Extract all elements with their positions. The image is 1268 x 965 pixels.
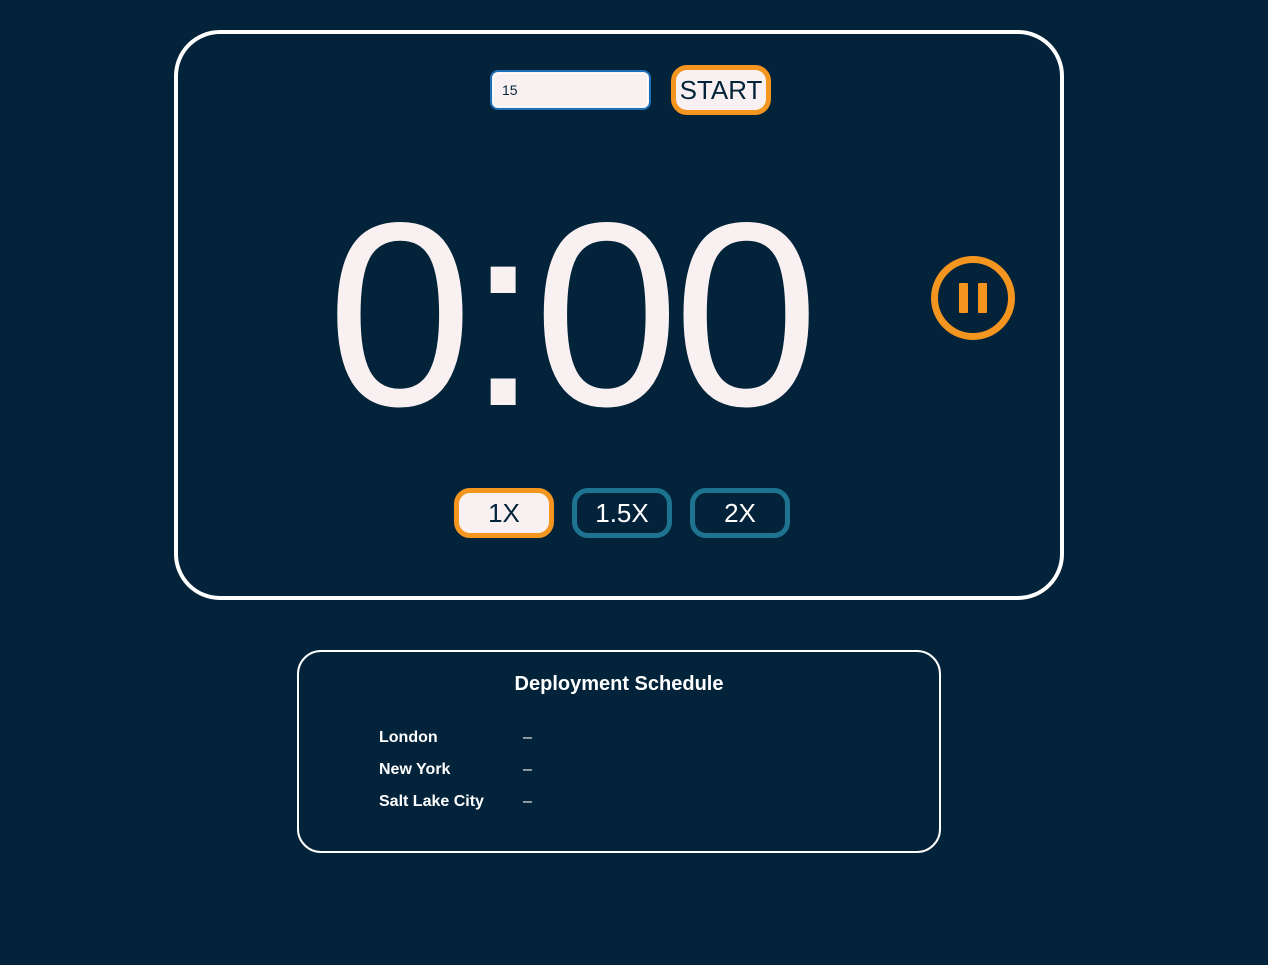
schedule-city: Salt Lake City [379, 793, 484, 810]
schedule-row-london: London – [379, 722, 532, 754]
start-button[interactable]: START [671, 65, 771, 115]
speed-2x-button[interactable]: 2X [690, 488, 790, 538]
pause-icon-right-bar [978, 283, 987, 313]
schedule-city: New York [379, 761, 451, 778]
minutes-input[interactable] [490, 70, 651, 110]
timer-controls: START [490, 65, 771, 115]
speed-selector: 1X 1.5X 2X [454, 488, 808, 538]
schedule-value: – [523, 729, 532, 746]
pause-icon-left-bar [959, 283, 968, 313]
pause-button[interactable] [931, 256, 1015, 340]
speed-1-5x-button[interactable]: 1.5X [572, 488, 672, 538]
timer-panel: START 0:00 1X 1.5X 2X [174, 30, 1064, 600]
schedule-row-new-york: New York – [379, 754, 532, 786]
deployment-schedule-panel: Deployment Schedule London – New York – … [297, 650, 941, 853]
schedule-value: – [523, 793, 532, 810]
schedule-city: London [379, 729, 438, 746]
schedule-title: Deployment Schedule [514, 673, 724, 695]
time-display: 0:00 [327, 168, 819, 461]
schedule-row-salt-lake-city: Salt Lake City – [379, 786, 532, 818]
schedule-value: – [523, 761, 532, 778]
speed-1x-button[interactable]: 1X [454, 488, 554, 538]
schedule-table: London – New York – Salt Lake City – [379, 722, 532, 818]
